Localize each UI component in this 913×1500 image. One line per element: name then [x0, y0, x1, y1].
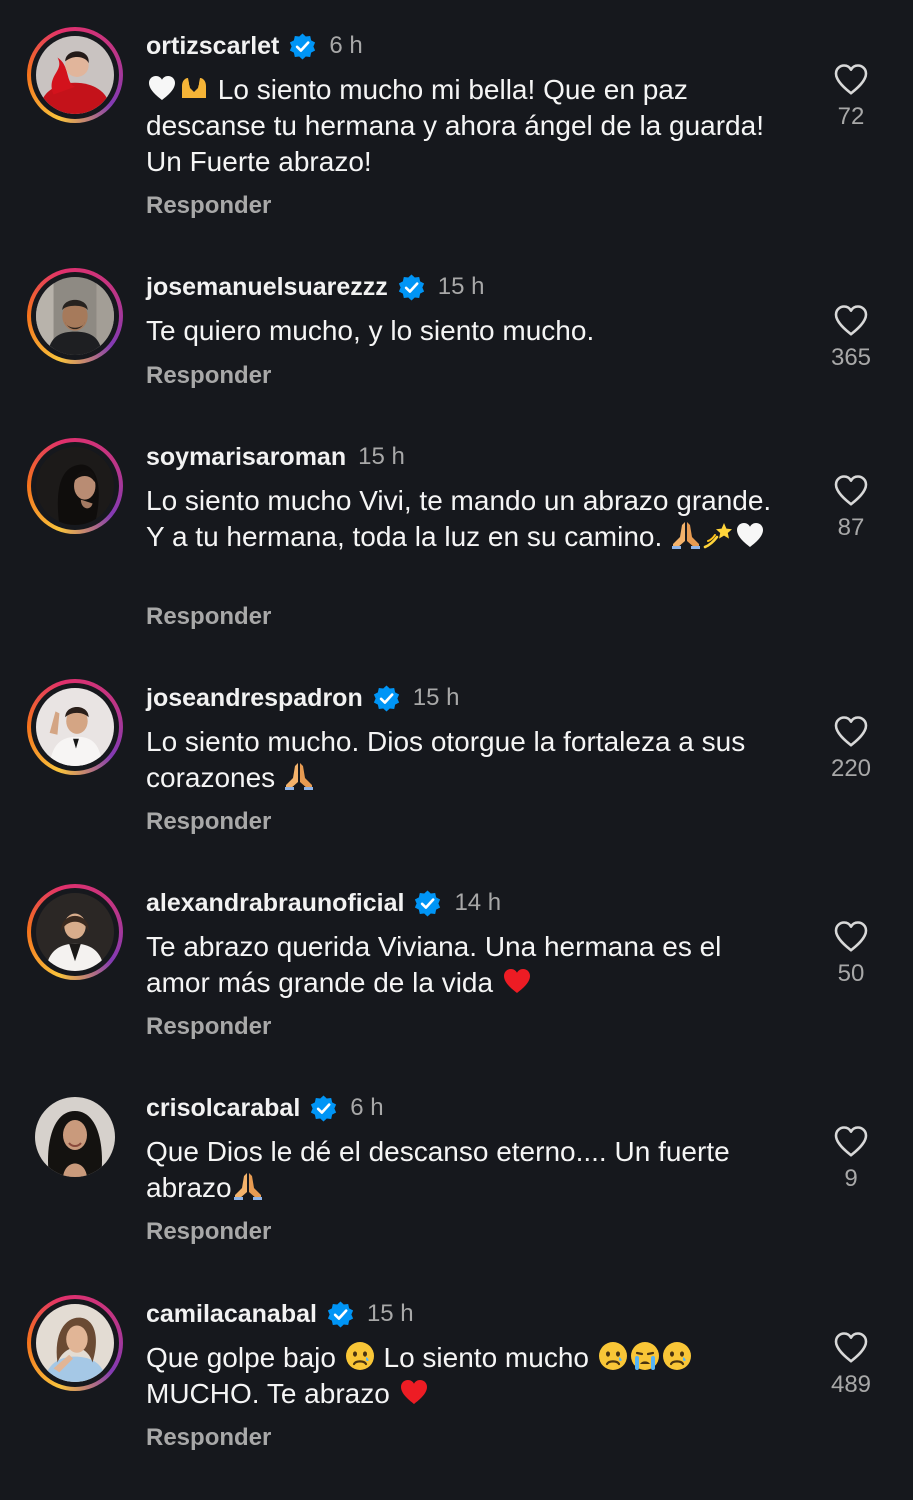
avatar[interactable] [27, 268, 123, 364]
like-count: 87 [837, 514, 865, 541]
white-heart-emoji-icon [146, 72, 178, 104]
folded-hands-emoji-icon [670, 519, 702, 551]
heart-icon[interactable] [833, 1330, 869, 1364]
avatar[interactable] [27, 27, 123, 123]
red-heart-emoji-icon [501, 965, 533, 997]
avatar-image [36, 36, 114, 114]
heart-icon[interactable] [833, 1124, 869, 1158]
comment-text: Te abrazo querida Viviana. Una hermana e… [146, 929, 786, 1001]
verified-badge-icon [397, 273, 426, 302]
avatar-image [36, 1304, 114, 1382]
sad-face-emoji-icon [661, 1340, 693, 1372]
comment-body: Lo siento mucho. Dios otorgue la fortale… [146, 726, 746, 793]
heart-icon[interactable] [833, 473, 869, 507]
comment-body-part: MUCHO. Te abrazo [146, 1378, 390, 1409]
timestamp: 15 h [437, 273, 485, 300]
heart-hands-emoji-icon [178, 72, 210, 104]
comment-header: joseandrespadron 15 h [146, 681, 459, 715]
comment-header: camilacanabal 15 h [146, 1297, 414, 1331]
reply-button[interactable]: Responder [146, 603, 271, 631]
comment-text: Lo siento mucho Vivi, te mando un abrazo… [146, 483, 786, 555]
comment-text: Que Dios le dé el descanso eterno.... Un… [146, 1134, 786, 1206]
avatar[interactable] [27, 679, 123, 775]
folded-hands-emoji-icon [283, 760, 315, 792]
avatar-image [36, 893, 114, 971]
verified-badge-icon [288, 32, 317, 61]
like-control: 220 [815, 714, 887, 783]
reply-button[interactable]: Responder [146, 1424, 271, 1452]
comment-text: Te quiero mucho, y lo siento mucho. [146, 313, 786, 349]
like-count: 365 [830, 344, 872, 371]
red-heart-emoji-icon [398, 1376, 430, 1408]
heart-icon[interactable] [833, 303, 869, 337]
comment-header: crisolcarabal 6 h [146, 1091, 384, 1125]
comment-header: josemanuelsuarezzz 15 h [146, 270, 484, 304]
username[interactable]: alexandrabraunoficial [146, 889, 404, 918]
comment-text: Que golpe bajo Lo siento mucho MUCHO. Te… [146, 1340, 786, 1412]
username[interactable]: soymarisaroman [146, 443, 346, 472]
avatar-image [36, 688, 114, 766]
sad-face-emoji-icon [597, 1340, 629, 1372]
like-count: 50 [837, 960, 865, 987]
verified-badge-icon [309, 1094, 338, 1123]
like-control: 50 [815, 919, 887, 988]
like-control: 9 [815, 1124, 887, 1193]
avatar[interactable] [27, 438, 123, 534]
reply-button[interactable]: Responder [146, 808, 271, 836]
comment-body-part: Que golpe bajo [146, 1342, 336, 1373]
comment-body: Lo siento mucho mi bella! Que en paz des… [146, 74, 764, 177]
reply-button[interactable]: Responder [146, 192, 271, 220]
heart-icon[interactable] [833, 919, 869, 953]
username[interactable]: crisolcarabal [146, 1094, 300, 1123]
verified-badge-icon [326, 1300, 355, 1329]
avatar-image [35, 1097, 115, 1177]
verified-badge-icon [413, 889, 442, 918]
comment-header: soymarisaroman 15 h [146, 440, 405, 474]
verified-badge-icon [372, 684, 401, 713]
reply-button[interactable]: Responder [146, 1013, 271, 1041]
like-count: 9 [844, 1165, 858, 1192]
username[interactable]: camilacanabal [146, 1300, 317, 1329]
comment-body: Te quiero mucho, y lo siento mucho. [146, 315, 595, 346]
comment-body: Te abrazo querida Viviana. Una hermana e… [146, 931, 722, 998]
like-control: 365 [815, 303, 887, 372]
comment-header: alexandrabraunoficial 14 h [146, 886, 501, 920]
timestamp: 15 h [366, 1300, 414, 1327]
like-count: 72 [837, 103, 865, 130]
username[interactable]: josemanuelsuarezzz [146, 273, 388, 302]
crying-face-emoji-icon [629, 1340, 661, 1372]
timestamp: 15 h [358, 443, 405, 470]
reply-button[interactable]: Responder [146, 362, 271, 390]
avatar-image [36, 277, 114, 355]
timestamp: 14 h [454, 889, 502, 916]
white-heart-emoji-icon [734, 519, 766, 551]
like-count: 220 [830, 755, 872, 782]
folded-hands-emoji-icon [232, 1170, 264, 1202]
like-count: 489 [830, 1371, 872, 1398]
comment-text: Lo siento mucho. Dios otorgue la fortale… [146, 724, 786, 796]
timestamp: 6 h [329, 32, 363, 59]
like-control: 72 [815, 62, 887, 131]
username[interactable]: ortizscarlet [146, 32, 279, 61]
reply-button[interactable]: Responder [146, 1218, 271, 1246]
timestamp: 6 h [350, 1094, 384, 1121]
heart-icon[interactable] [833, 714, 869, 748]
timestamp: 15 h [412, 684, 460, 711]
sad-face-emoji-icon [344, 1340, 376, 1372]
avatar[interactable] [27, 1295, 123, 1391]
comment-body-part: Lo siento mucho [383, 1342, 589, 1373]
avatar-image [36, 447, 114, 525]
like-control: 489 [815, 1330, 887, 1399]
comment-header: ortizscarlet 6 h [146, 29, 363, 63]
username[interactable]: joseandrespadron [146, 684, 363, 713]
comment-text: Lo siento mucho mi bella! Que en paz des… [146, 72, 786, 180]
like-control: 87 [815, 473, 887, 542]
dizzy-star-emoji-icon [702, 519, 734, 551]
heart-icon[interactable] [833, 62, 869, 96]
avatar[interactable] [27, 1089, 123, 1185]
avatar[interactable] [27, 884, 123, 980]
